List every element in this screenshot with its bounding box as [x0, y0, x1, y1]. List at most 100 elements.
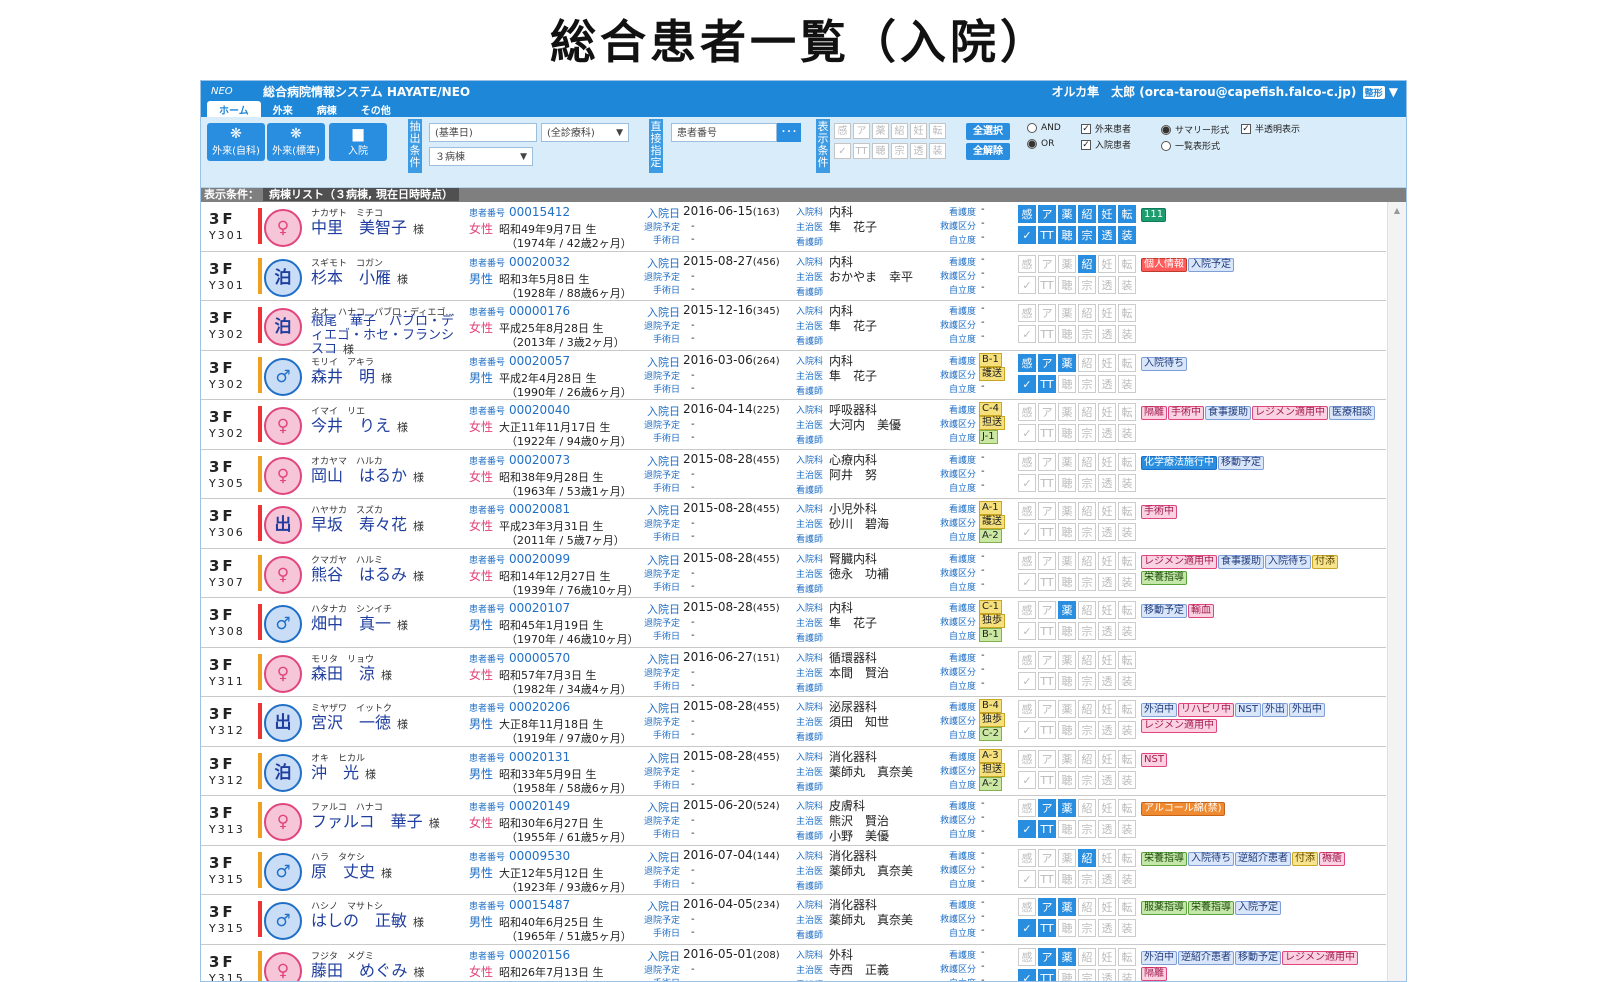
flag-2-icon[interactable]: 薬: [1058, 898, 1076, 916]
flag-2-icon[interactable]: 薬: [1058, 700, 1076, 718]
filter-11-icon[interactable]: 装: [929, 143, 946, 159]
patient-row[interactable]: 3FY302♂モリイ アキラ森井 明様患者番号00020057男性平成2年4月2…: [201, 351, 1386, 401]
patient-row[interactable]: 3FY306出ハヤサカ スズカ早坂 寿々花様患者番号00020081女性平成23…: [201, 499, 1386, 549]
flag-1-icon[interactable]: ア: [1038, 304, 1056, 322]
status-tag[interactable]: 個人情報: [1141, 258, 1187, 272]
translucent-checkbox[interactable]: ✓半透明表示: [1241, 122, 1300, 135]
flag-3-icon[interactable]: 紹: [1078, 750, 1096, 768]
flag-3-icon[interactable]: 紹: [1078, 700, 1096, 718]
flag-0-icon[interactable]: 感: [1018, 601, 1036, 619]
flag-11-icon[interactable]: 装: [1118, 919, 1136, 937]
patient-avatar-icon[interactable]: ♂: [264, 358, 302, 396]
status-tag[interactable]: 食事援助: [1218, 555, 1264, 569]
flag-0-icon[interactable]: 感: [1018, 898, 1036, 916]
patient-name[interactable]: 畑中 真一様: [311, 615, 408, 634]
flag-6-icon[interactable]: ✓: [1018, 820, 1036, 838]
patient-id-value[interactable]: 00020156: [509, 948, 570, 962]
flag-0-icon[interactable]: 感: [1018, 700, 1036, 718]
status-tag[interactable]: 入院予定: [1188, 258, 1234, 272]
outpatient-checkbox[interactable]: ✓外来患者: [1081, 122, 1131, 135]
status-tag[interactable]: 外泊中: [1141, 951, 1177, 965]
patient-name[interactable]: 熊谷 はるみ様: [311, 566, 424, 585]
flag-9-icon[interactable]: 宗: [1078, 276, 1096, 294]
flag-3-icon[interactable]: 紹: [1078, 502, 1096, 520]
flag-9-icon[interactable]: 宗: [1078, 424, 1096, 442]
flag-6-icon[interactable]: ✓: [1018, 424, 1036, 442]
scrollbar[interactable]: ▲: [1387, 202, 1406, 982]
patient-row[interactable]: 3FY301泊スギモト コガン杉本 小雁様患者番号00020032男性昭和3年5…: [201, 252, 1386, 302]
flag-6-icon[interactable]: ✓: [1018, 672, 1036, 690]
status-tag[interactable]: リハビリ中: [1178, 703, 1234, 717]
flag-6-icon[interactable]: ✓: [1018, 919, 1036, 937]
flag-1-icon[interactable]: ア: [1038, 354, 1056, 372]
flag-4-icon[interactable]: 妊: [1098, 403, 1116, 421]
flag-9-icon[interactable]: 宗: [1078, 573, 1096, 591]
flag-7-icon[interactable]: TT: [1038, 771, 1056, 789]
flag-4-icon[interactable]: 妊: [1098, 502, 1116, 520]
select-all-button[interactable]: 全選択: [966, 123, 1010, 140]
flag-6-icon[interactable]: ✓: [1018, 276, 1036, 294]
flag-3-icon[interactable]: 紹: [1078, 453, 1096, 471]
status-tag[interactable]: 入院待ち: [1265, 555, 1311, 569]
status-tag[interactable]: 医療相談: [1329, 406, 1375, 420]
filter-8-icon[interactable]: 聴: [872, 143, 889, 159]
flag-8-icon[interactable]: 聴: [1058, 919, 1076, 937]
patient-avatar-icon[interactable]: ♀: [264, 457, 302, 495]
flag-7-icon[interactable]: TT: [1038, 375, 1056, 393]
flag-11-icon[interactable]: 装: [1118, 672, 1136, 690]
patient-id-value[interactable]: 00015412: [509, 205, 570, 219]
flag-4-icon[interactable]: 妊: [1098, 304, 1116, 322]
patient-name[interactable]: 今井 りえ様: [311, 417, 408, 436]
flag-10-icon[interactable]: 透: [1098, 226, 1116, 244]
status-tag[interactable]: 食事援助: [1205, 406, 1251, 420]
patient-row[interactable]: 3FY315♂ハシノ マサトシはしの 正敏様患者番号00015487男性昭和40…: [201, 895, 1386, 945]
patient-row[interactable]: 3FY311♀モリタ リョウ森田 涼様患者番号00000570女性昭和57年7月…: [201, 648, 1386, 698]
patient-id-value[interactable]: 00020131: [509, 750, 570, 764]
patient-name[interactable]: 岡山 はるか様: [311, 467, 424, 486]
patient-id-value[interactable]: 00020099: [509, 552, 570, 566]
flag-5-icon[interactable]: 転: [1118, 750, 1136, 768]
status-tag[interactable]: 栄養指導: [1141, 571, 1187, 585]
status-tag[interactable]: 栄養指導: [1141, 852, 1187, 866]
flag-1-icon[interactable]: ア: [1038, 502, 1056, 520]
scroll-up-icon[interactable]: ▲: [1388, 206, 1406, 215]
flag-4-icon[interactable]: 妊: [1098, 354, 1116, 372]
flag-10-icon[interactable]: 透: [1098, 424, 1116, 442]
flag-8-icon[interactable]: 聴: [1058, 820, 1076, 838]
patient-name[interactable]: 杉本 小雁様: [311, 269, 408, 288]
flag-5-icon[interactable]: 転: [1118, 304, 1136, 322]
flag-9-icon[interactable]: 宗: [1078, 721, 1096, 739]
status-tag[interactable]: NST: [1141, 753, 1167, 767]
patient-avatar-icon[interactable]: 出: [264, 506, 302, 544]
flag-8-icon[interactable]: 聴: [1058, 771, 1076, 789]
patient-row[interactable]: 3FY315♀フジタ メグミ藤田 めぐみ様患者番号00020156女性昭和26年…: [201, 945, 1386, 982]
flag-5-icon[interactable]: 転: [1118, 898, 1136, 916]
flag-11-icon[interactable]: 装: [1118, 870, 1136, 888]
patient-avatar-icon[interactable]: ♀: [264, 952, 302, 982]
flag-3-icon[interactable]: 紹: [1078, 898, 1096, 916]
flag-2-icon[interactable]: 薬: [1058, 799, 1076, 817]
flag-8-icon[interactable]: 聴: [1058, 226, 1076, 244]
flag-8-icon[interactable]: 聴: [1058, 672, 1076, 690]
status-tag[interactable]: 逆紹介患者: [1178, 951, 1234, 965]
flag-6-icon[interactable]: ✓: [1018, 325, 1036, 343]
flag-3-icon[interactable]: 紹: [1078, 651, 1096, 669]
flag-10-icon[interactable]: 透: [1098, 325, 1116, 343]
flag-4-icon[interactable]: 妊: [1098, 700, 1116, 718]
patient-row[interactable]: 3FY302泊ネオ ハナコ パブロ・ディエゴ…根尾 華子 パブロ・ディエゴ・ホセ…: [201, 301, 1386, 351]
status-tag[interactable]: 移動予定: [1235, 951, 1281, 965]
patient-id-value[interactable]: 00020040: [509, 403, 570, 417]
flag-7-icon[interactable]: TT: [1038, 276, 1056, 294]
patient-row[interactable]: 3FY312泊オキ ヒカル沖 光様患者番号00020131男性昭和33年5月9日…: [201, 747, 1386, 797]
list-format-radio[interactable]: 一覧表形式: [1161, 139, 1220, 152]
patient-avatar-icon[interactable]: 出: [264, 704, 302, 742]
patient-avatar-icon[interactable]: ♀: [264, 407, 302, 445]
flag-3-icon[interactable]: 紹: [1078, 205, 1096, 223]
filter-1-icon[interactable]: ア: [853, 123, 870, 139]
flag-9-icon[interactable]: 宗: [1078, 870, 1096, 888]
flag-1-icon[interactable]: ア: [1038, 403, 1056, 421]
tab-ward[interactable]: 病棟: [305, 101, 349, 117]
filter-9-icon[interactable]: 宗: [891, 143, 908, 159]
patient-avatar-icon[interactable]: ♂: [264, 853, 302, 891]
flag-10-icon[interactable]: 透: [1098, 474, 1116, 492]
